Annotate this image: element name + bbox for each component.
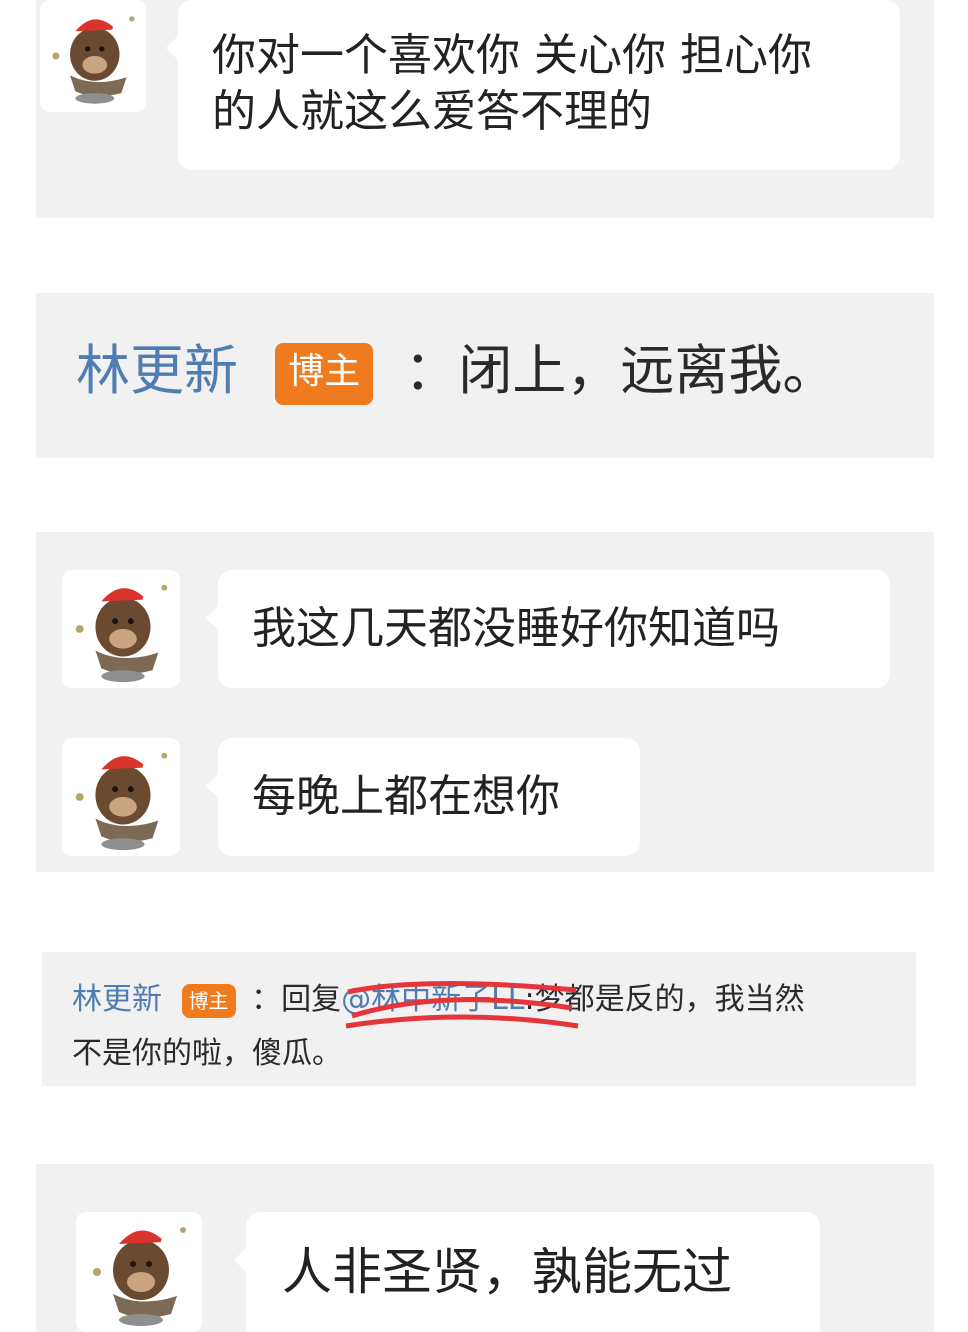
reply-line-2: 不是你的啦，傻瓜。 xyxy=(72,1032,342,1076)
chat-panel-2: 我这几天都没睡好你知道吗 每晚上都在想你 xyxy=(36,532,934,872)
message-text: 我这几天都没睡好你知道吗 xyxy=(252,603,780,654)
avatar[interactable] xyxy=(62,738,180,856)
mention-link[interactable]: @林中新子LL xyxy=(341,982,524,1017)
reply-line: 林更新 博主 ：闭上，远离我。 xyxy=(76,331,836,411)
reply-panel-1: 林更新 博主 ：闭上，远离我。 xyxy=(36,293,934,458)
reply-panel-2: 林更新 博主 ：回复@林中新子LL:梦都是反的，我当然 不是你的啦，傻瓜。 xyxy=(42,952,916,1086)
reply-text: :梦都是反的，我当然 xyxy=(524,982,805,1017)
brown-bear-santa-hat-icon xyxy=(93,1227,186,1326)
avatar[interactable] xyxy=(62,570,180,688)
blogger-badge: 博主 xyxy=(181,983,236,1018)
message-text: 人非圣贤，孰能无过 xyxy=(282,1243,732,1301)
chat-panel-1: 你对一个喜欢你 关心你 担心你 的人就这么爱答不理的 xyxy=(36,0,934,218)
reply-text: 闭上，远离我。 xyxy=(458,339,837,402)
brown-bear-santa-hat-icon xyxy=(75,584,168,683)
avatar[interactable] xyxy=(76,1212,202,1332)
message-text-line1: 你对一个喜欢你 关心你 担心你 xyxy=(212,30,812,81)
avatar[interactable] xyxy=(40,0,146,112)
message-bubble[interactable]: 每晚上都在想你 xyxy=(206,738,640,856)
message-bubble[interactable]: 你对一个喜欢你 关心你 担心你 的人就这么爱答不理的 xyxy=(166,0,900,170)
brown-bear-santa-hat-icon xyxy=(75,752,168,851)
separator: ： xyxy=(404,339,459,402)
brown-bear-santa-hat-icon xyxy=(52,16,135,104)
message-bubble[interactable]: 我这几天都没睡好你知道吗 xyxy=(206,570,890,688)
author-name[interactable]: 林更新 xyxy=(72,982,162,1017)
message-text-line2: 的人就这么爱答不理的 xyxy=(212,86,652,137)
reply-text-line2: 不是你的啦，傻瓜。 xyxy=(72,1036,342,1071)
reply-line-1: 林更新 博主 ：回复@林中新子LL:梦都是反的，我当然 xyxy=(72,978,805,1022)
reply-prefix: 回复 xyxy=(281,982,342,1017)
separator: ： xyxy=(251,982,282,1017)
chat-panel-3: 人非圣贤，孰能无过 xyxy=(36,1164,934,1332)
message-text: 每晚上都在想你 xyxy=(252,771,560,822)
blogger-badge: 博主 xyxy=(275,343,374,406)
author-name[interactable]: 林更新 xyxy=(76,339,238,402)
message-bubble[interactable]: 人非圣贤，孰能无过 xyxy=(234,1212,820,1332)
